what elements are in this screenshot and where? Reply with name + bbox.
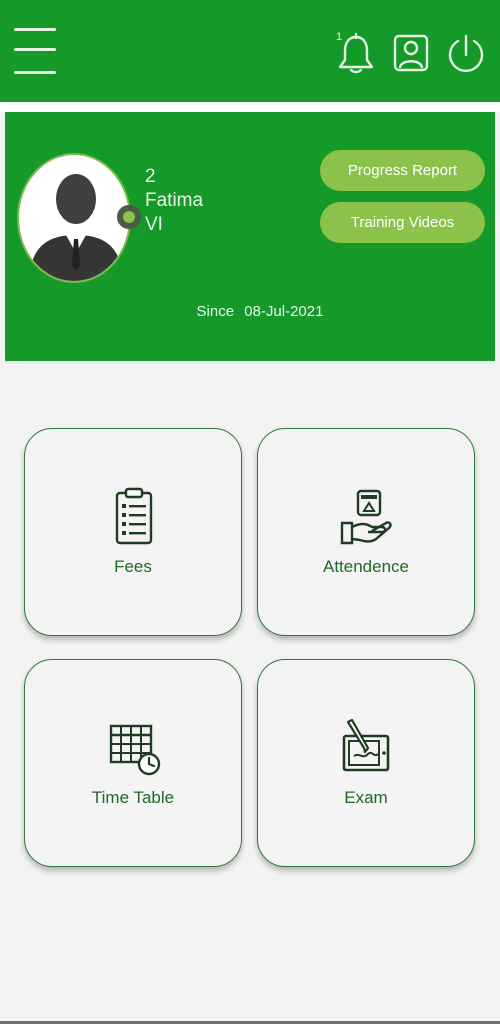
timetable-tile[interactable]: Time Table <box>24 659 242 867</box>
member-since: Since 08-Jul-2021 <box>5 303 495 320</box>
student-profile-card: 2 Fatima VI Progress Report Training Vid… <box>5 112 495 361</box>
avatar-frame <box>17 153 131 283</box>
logout-button[interactable] <box>446 33 486 77</box>
since-date: 08-Jul-2021 <box>244 303 324 320</box>
training-videos-button[interactable]: Training Videos <box>320 202 485 243</box>
student-info: 2 Fatima VI <box>145 165 203 237</box>
notification-count: 1 <box>336 31 343 43</box>
timetable-label: Time Table <box>91 788 175 807</box>
exam-tile[interactable]: Exam <box>257 659 475 867</box>
menu-icon[interactable] <box>14 26 58 78</box>
tablet-pen-icon <box>342 718 390 772</box>
clipboard-list-icon <box>115 487 153 545</box>
student-roll: 2 <box>145 166 156 187</box>
notification-button[interactable]: 1 <box>336 31 376 77</box>
since-label: Since <box>196 303 235 320</box>
power-icon <box>448 34 484 73</box>
fees-tile[interactable]: Fees <box>24 428 242 636</box>
person-silhouette-icon <box>29 174 123 281</box>
avatar[interactable] <box>17 153 141 283</box>
hand-card-icon <box>340 489 392 545</box>
timetable-clock-icon <box>109 724 161 776</box>
fees-label: Fees <box>114 557 152 576</box>
attendance-tile[interactable]: Attendence <box>257 428 475 636</box>
attendance-label: Attendence <box>322 557 409 576</box>
student-name: Fatima <box>145 190 204 211</box>
top-app-bar: 1 <box>0 0 500 102</box>
student-class: VI <box>145 214 163 235</box>
profile-button[interactable] <box>392 33 432 77</box>
header-divider <box>0 102 500 112</box>
profile-icon <box>393 34 429 72</box>
online-status-indicator[interactable] <box>117 205 141 229</box>
progress-report-button[interactable]: Progress Report <box>320 150 485 191</box>
exam-label: Exam <box>344 788 388 807</box>
